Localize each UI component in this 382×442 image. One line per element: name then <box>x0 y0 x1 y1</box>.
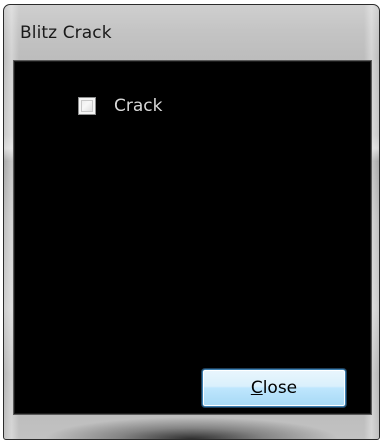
client-area: Crack Close <box>13 60 372 415</box>
crack-checkbox-row[interactable]: Crack <box>78 94 162 118</box>
crack-checkbox-label[interactable]: Crack <box>114 96 162 116</box>
close-button-label: lose <box>262 378 298 398</box>
frame-bottom-glow <box>44 417 339 439</box>
dialog-window: Blitz Crack Crack Close <box>3 4 380 440</box>
title-bar[interactable]: Blitz Crack <box>4 5 379 59</box>
crack-checkbox[interactable] <box>78 97 96 115</box>
window-title: Blitz Crack <box>20 23 112 43</box>
close-button[interactable]: Close <box>202 369 346 407</box>
close-button-mnemonic: C <box>250 378 263 398</box>
